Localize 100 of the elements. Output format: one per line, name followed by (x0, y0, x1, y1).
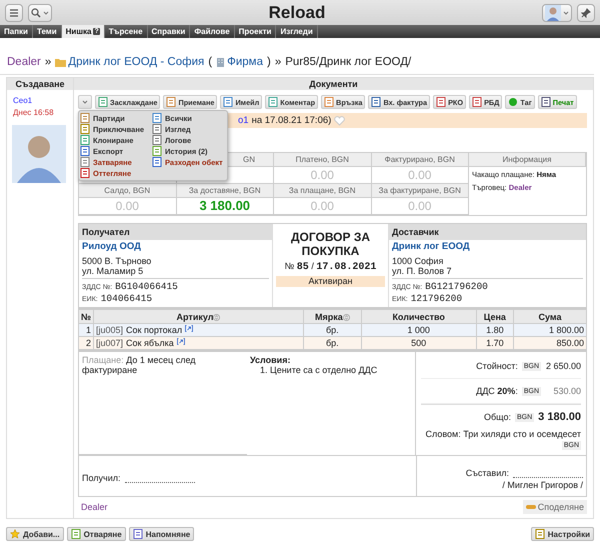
document-icon (223, 97, 234, 107)
column-header: Платено, BGN (274, 153, 372, 167)
document-icon (70, 529, 81, 539)
company-link[interactable]: Рилоуд ООД (82, 241, 269, 253)
address-line: 1000 София (392, 256, 444, 266)
document-icon (152, 135, 162, 145)
user-link[interactable]: о1 (238, 115, 249, 126)
contract-date: 17.08.2021 (316, 262, 376, 273)
document-icon (80, 113, 90, 123)
nav-tab[interactable]: Файлове (190, 25, 235, 38)
breadcrumb-link[interactable]: Дринк лог ЕООД - София (68, 56, 204, 68)
document-icon (80, 135, 90, 145)
more-button[interactable] (78, 95, 92, 109)
star-icon (10, 529, 20, 539)
menu-button[interactable] (5, 4, 23, 22)
table-cell: 0.00 (79, 198, 176, 215)
pin-icon (581, 8, 591, 18)
number-sign: № (284, 261, 294, 271)
footer-button[interactable]: Добави... (6, 527, 64, 541)
eik-number: 104066415 (100, 293, 152, 304)
document-icon (534, 529, 545, 539)
condition-text: Цените са с отделно ДДС (270, 365, 378, 375)
nav-tab[interactable]: Справки (148, 25, 190, 38)
item-name: Сок ябълка (126, 338, 174, 348)
eik-number: 121796200 (410, 293, 462, 304)
contract-title: ДОГОВОР ЗА ПОКУПКА (290, 230, 372, 258)
table-cell: 850.00 (514, 336, 586, 350)
footer-button[interactable]: Отваряне (66, 527, 126, 541)
external-link-icon[interactable] (176, 338, 185, 345)
breadcrumb-text: Pur85/Дринк лог ЕООД/ (285, 56, 412, 68)
document-icon (152, 157, 162, 167)
signature-label: Съставил: (466, 468, 509, 478)
table-cell: 2 (78, 336, 94, 350)
breadcrumb-link[interactable]: Dealer (7, 56, 41, 68)
search-button[interactable] (28, 4, 52, 22)
photo-placeholder (12, 125, 66, 183)
breadcrumb-link[interactable]: Фирма (227, 56, 263, 68)
document-icon (152, 113, 162, 123)
list-number: 1. (260, 365, 268, 375)
signature-label: Получил: (82, 473, 120, 485)
document-icon (371, 97, 382, 107)
contract-number: 85 (296, 262, 309, 273)
document-icon (472, 97, 482, 107)
user-link[interactable]: Dealer (81, 502, 108, 512)
column-header: Фактурирано, BGN (372, 153, 469, 167)
nav-tab[interactable]: Папки (0, 25, 33, 38)
author-link[interactable]: Сео1 (13, 96, 73, 105)
table-cell: 1.70 (476, 336, 514, 350)
document-icon (166, 97, 176, 107)
address-line: ул. Маламир 5 (82, 266, 144, 276)
payment-terms: Плащане: До 1 месец след фактуриране (82, 355, 196, 375)
document-icon (268, 97, 278, 107)
profile-button[interactable] (542, 4, 572, 22)
pin-button[interactable] (577, 4, 595, 22)
caret-icon (43, 10, 49, 16)
document-icon (98, 97, 108, 107)
item-code: [ju007] (96, 338, 124, 348)
table-cell: 0.00 (274, 198, 372, 215)
avatar-icon (545, 4, 561, 20)
column-header: Цена (484, 312, 506, 322)
vat-number: BG121796200 (425, 281, 488, 292)
column-header: № (80, 312, 92, 322)
column-header: Сума (538, 312, 562, 322)
document-icon (80, 146, 90, 156)
address-line: ул. П. Волов 7 (392, 266, 452, 276)
external-link-icon[interactable] (185, 325, 194, 332)
created-time: Днес 16:58 (13, 108, 55, 117)
breadcrumb-separator: » (274, 56, 282, 68)
column-header: Мярка (314, 312, 343, 322)
total-value: 3 180.00 (538, 411, 581, 423)
column-header: За плащане, BGN (274, 184, 372, 198)
footer-button[interactable]: Напомняне (128, 527, 194, 541)
table-cell: 1 (78, 324, 94, 336)
amount-in-words: Словом: Три хиляди сто и осемдесет (424, 429, 581, 440)
party-header: Доставчик (389, 224, 586, 240)
document-icon (436, 97, 446, 107)
search-icon (31, 8, 41, 18)
item-code: [ju005] (96, 325, 124, 335)
table-cell: бр. (304, 324, 362, 336)
document-icon (152, 146, 162, 156)
separator: / (311, 261, 314, 271)
address-line: 5000 В. Търново (82, 256, 152, 266)
column-header: Документи (74, 78, 593, 90)
share-button[interactable]: Споделяне (522, 500, 587, 514)
table-cell: 1 000 (361, 324, 476, 336)
nav-tab[interactable]: Изгледи (276, 25, 318, 38)
building-icon (216, 57, 226, 67)
party-header: Получател (79, 224, 272, 240)
total-value: 2 650.00 (545, 361, 581, 371)
settings-button[interactable]: Настройки (530, 527, 594, 541)
document-icon (80, 157, 90, 167)
total-value: 530.00 (552, 386, 581, 396)
total-label: Стойност: (476, 361, 518, 371)
company-link[interactable]: Дринк лог ЕООД (392, 241, 583, 253)
column-header: Създаване (7, 78, 73, 90)
nav-tab[interactable]: Търсене (104, 25, 148, 38)
table-cell: 3 180.00 (176, 198, 274, 215)
status-label: Активиран (276, 276, 385, 287)
nav-tab[interactable]: Проекти (234, 25, 276, 38)
column-header: За фактуриране, BGN (372, 184, 469, 198)
